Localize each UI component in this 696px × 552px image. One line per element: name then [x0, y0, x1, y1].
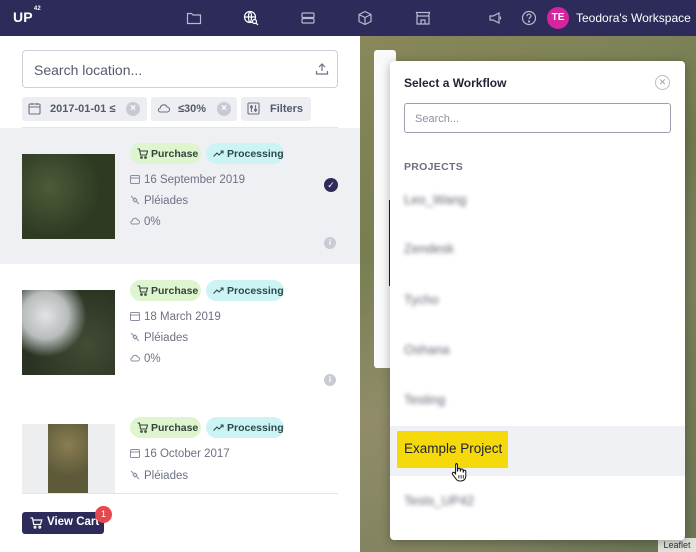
- project-item[interactable]: Tests_UP42: [404, 493, 474, 508]
- cloud-icon: [130, 216, 140, 226]
- storage-icon[interactable]: [300, 10, 316, 26]
- sensor-name: Pléiades: [130, 470, 188, 482]
- cloud-icon: [157, 102, 171, 115]
- view-cart-button[interactable]: View Cart: [22, 512, 104, 534]
- location-search-input[interactable]: Search location...: [22, 50, 338, 88]
- calendar-icon: [130, 311, 140, 321]
- info-icon[interactable]: i: [324, 237, 336, 249]
- cart-icon: [137, 285, 149, 296]
- cart-count-badge: 1: [95, 506, 112, 523]
- globe-search-icon[interactable]: [243, 10, 259, 26]
- project-item[interactable]: Testing: [404, 392, 445, 407]
- megaphone-icon[interactable]: [488, 10, 504, 26]
- cloud-icon: [130, 353, 140, 363]
- top-navigation-bar: UP42 TE Teodora's Workspace: [0, 0, 696, 36]
- satellite-icon: [130, 470, 140, 480]
- purchase-tag[interactable]: Purchase: [130, 280, 201, 301]
- satellite-strip: [48, 424, 88, 493]
- satellite-icon: [130, 332, 140, 342]
- calendar-icon: [130, 448, 140, 458]
- sensor-name: Pléiades: [130, 195, 188, 207]
- search-results-panel: Search location... 2017-01-01 ≤ × ≤30% ×…: [0, 36, 360, 552]
- result-item[interactable]: Purchase Processing 18 March 2019 Pléiad…: [0, 265, 360, 401]
- project-item[interactable]: Tycho: [404, 292, 439, 307]
- project-item[interactable]: Zendesk: [404, 241, 454, 256]
- user-avatar[interactable]: TE: [547, 7, 569, 29]
- cart-icon: [137, 148, 149, 159]
- acquisition-date: 16 October 2017: [130, 448, 230, 460]
- satellite-thumbnail[interactable]: [22, 154, 115, 239]
- trend-icon: [213, 422, 224, 433]
- filters-button[interactable]: Filters: [241, 97, 311, 121]
- sensor-name: Pléiades: [130, 332, 188, 344]
- store-icon[interactable]: [415, 10, 431, 26]
- trend-icon: [213, 285, 224, 296]
- remove-cloud-filter-icon[interactable]: ×: [217, 102, 231, 116]
- processing-tag[interactable]: Processing: [206, 280, 284, 301]
- acquisition-date: 18 March 2019: [130, 311, 221, 323]
- satellite-icon: [130, 195, 140, 205]
- date-filter-chip[interactable]: 2017-01-01 ≤ ×: [22, 97, 147, 121]
- selected-check-icon[interactable]: ✓: [324, 178, 338, 192]
- processing-tag[interactable]: Processing: [206, 417, 284, 438]
- cart-divider: [22, 493, 338, 494]
- trend-icon: [213, 148, 224, 159]
- hand-cursor-icon: [451, 462, 467, 482]
- workflow-selector-modal: Select a Workflow ✕ Search... PROJECTS L…: [390, 61, 685, 540]
- remove-date-filter-icon[interactable]: ×: [126, 102, 140, 116]
- projects-section-label: PROJECTS: [404, 161, 463, 173]
- workflow-search-input[interactable]: Search...: [404, 103, 671, 133]
- project-item[interactable]: Leo_Wang: [404, 192, 466, 207]
- result-item[interactable]: Purchase Processing 16 October 2017 Pléi…: [0, 402, 360, 493]
- modal-title: Select a Workflow: [404, 76, 507, 90]
- cart-icon: [137, 422, 149, 433]
- cloud-coverage: 0%: [130, 353, 161, 365]
- purchase-tag[interactable]: Purchase: [130, 417, 201, 438]
- upload-icon[interactable]: [315, 62, 329, 76]
- processing-tag[interactable]: Processing: [206, 143, 284, 164]
- satellite-thumbnail[interactable]: [22, 424, 115, 493]
- result-item[interactable]: Purchase Processing 16 September 2019 Pl…: [0, 128, 360, 264]
- calendar-icon: [28, 102, 41, 115]
- help-icon[interactable]: [521, 10, 537, 26]
- calendar-icon: [130, 174, 140, 184]
- map-attribution[interactable]: Leaflet: [658, 538, 696, 552]
- sliders-icon: [247, 102, 260, 115]
- satellite-thumbnail[interactable]: [22, 290, 115, 375]
- cart-icon: [30, 517, 43, 529]
- folder-icon[interactable]: [186, 10, 202, 26]
- close-icon[interactable]: ✕: [655, 75, 670, 90]
- cloud-filter-chip[interactable]: ≤30% ×: [151, 97, 237, 121]
- info-icon[interactable]: i: [324, 374, 336, 386]
- project-item[interactable]: Oshana: [404, 342, 450, 357]
- cube-icon[interactable]: [357, 10, 373, 26]
- purchase-tag[interactable]: Purchase: [130, 143, 201, 164]
- workspace-name[interactable]: Teodora's Workspace: [576, 11, 691, 25]
- app-logo[interactable]: UP42: [13, 6, 41, 25]
- cloud-coverage: 0%: [130, 216, 161, 228]
- acquisition-date: 16 September 2019: [130, 174, 245, 186]
